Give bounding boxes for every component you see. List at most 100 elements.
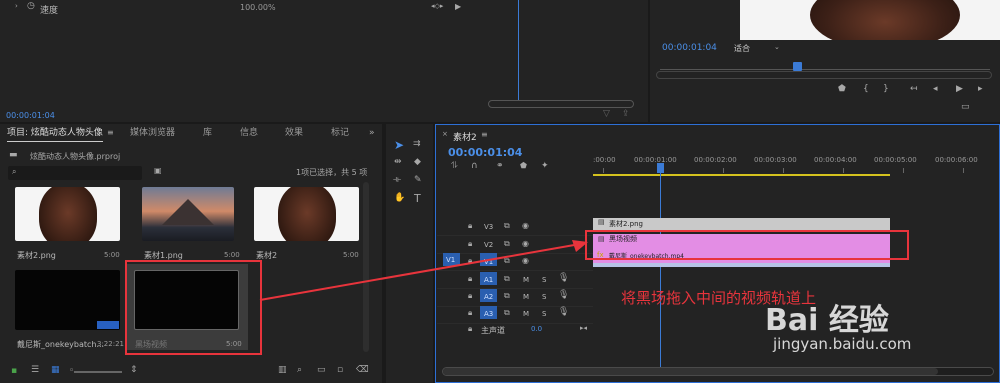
speed-value[interactable]: 100.00% xyxy=(240,3,276,12)
tab-markers[interactable]: 标记 xyxy=(331,124,349,142)
mark-in-icon[interactable]: { xyxy=(863,85,869,94)
effects-timecode: 00:00:01:04 xyxy=(6,111,55,120)
step-forward-icon[interactable]: ▸ xyxy=(978,85,983,94)
item-name: 素材2.png xyxy=(17,251,56,260)
master-track-label: 主声道 xyxy=(481,326,505,335)
add-marker-icon[interactable]: ⬟ xyxy=(838,85,846,94)
folder-icon: ▬ xyxy=(9,150,18,160)
clip-fx-icon: ▤ xyxy=(598,218,605,226)
program-timecode: 00:00:01:04 xyxy=(662,43,717,53)
chevron-down-icon[interactable]: ⌄ xyxy=(774,44,780,51)
nest-icon[interactable]: ⥮ xyxy=(451,162,458,171)
work-area-bar[interactable] xyxy=(593,174,890,176)
effect-controls-panel: › ◷ 速度 100.00% ◂◇▸ ▶ 00:00:01:04 ▽ ⇪ xyxy=(0,0,648,122)
stopwatch-icon[interactable]: ◷ xyxy=(27,2,35,11)
sync-lock-icon[interactable]: ⧉ xyxy=(504,309,510,317)
search-input[interactable] xyxy=(8,166,142,180)
ruler-label: :00:00 xyxy=(593,156,616,164)
menu-icon[interactable]: ≡ xyxy=(481,131,488,139)
search-icon: ⌕ xyxy=(12,167,17,176)
effects-scrollbar[interactable] xyxy=(488,100,634,108)
ripple-edit-icon[interactable]: ⇹ xyxy=(394,158,402,167)
marker-icon[interactable]: ⬟ xyxy=(520,162,527,170)
automate-icon[interactable]: ▥ xyxy=(278,366,287,375)
item-thumbnail-mountain[interactable] xyxy=(142,187,234,241)
sort-icon[interactable]: ⇕ xyxy=(130,366,138,375)
keyframe-nav-icon[interactable]: ◂◇▸ xyxy=(431,3,443,10)
tab-info[interactable]: 信息 xyxy=(240,124,258,142)
play-icon[interactable]: ▶ xyxy=(455,3,461,11)
linked-icon[interactable]: ⚭ xyxy=(496,162,504,171)
chevron-right-icon[interactable]: › xyxy=(15,3,18,10)
item-thumbnail-video[interactable] xyxy=(15,270,120,330)
play-button-icon[interactable]: ▶ xyxy=(956,85,963,94)
ruler-label: 00:00:03:00 xyxy=(754,156,797,164)
new-item-icon[interactable]: ▫ xyxy=(337,366,343,375)
program-scrub-bar[interactable] xyxy=(660,69,990,70)
zoom-slider[interactable] xyxy=(74,371,122,373)
find-icon[interactable]: ⌕ xyxy=(297,366,302,375)
lock-icon[interactable]: 🔒︎ xyxy=(468,222,472,230)
tab-effects[interactable]: 效果 xyxy=(285,124,303,142)
ruler-tick xyxy=(723,168,724,173)
eye-icon[interactable]: ◉ xyxy=(522,222,529,230)
lock-icon[interactable]: 🔒︎ xyxy=(468,325,472,333)
master-volume[interactable]: 0.0 xyxy=(531,325,542,333)
new-bin-icon[interactable]: ▣ xyxy=(154,167,162,175)
tab-media-browser[interactable]: 媒体浏览器 xyxy=(130,124,175,142)
face-image xyxy=(810,0,960,40)
ruler-tick xyxy=(783,168,784,173)
track-select-icon[interactable]: ⇉ xyxy=(413,140,421,149)
track-name-a3: A3 xyxy=(484,310,494,318)
fit-dropdown[interactable]: 适合 xyxy=(734,43,750,54)
tab-library[interactable]: 库 xyxy=(203,124,212,142)
timeline-tab[interactable]: 素材2 xyxy=(453,130,477,143)
type-tool-icon[interactable]: T xyxy=(414,193,421,204)
export-frame-icon[interactable]: ▭ xyxy=(961,103,970,112)
overflow-icon[interactable]: » xyxy=(369,129,375,138)
mark-out-icon[interactable]: } xyxy=(883,85,889,94)
program-video-frame xyxy=(740,0,1000,40)
icon-view-icon[interactable]: ▦ xyxy=(51,366,60,375)
scrub-end-icon[interactable]: ▸◂ xyxy=(580,325,587,332)
program-scrollbar[interactable] xyxy=(656,71,992,79)
watermark-brand: Bai 经验 xyxy=(765,303,889,338)
close-icon[interactable]: × xyxy=(442,131,448,138)
clip-v3[interactable]: 素材2.png xyxy=(593,218,890,230)
solo-button[interactable]: S xyxy=(542,310,546,318)
lock-icon[interactable]: 🔒︎ xyxy=(468,309,472,317)
menu-icon[interactable]: ≡ xyxy=(107,129,114,137)
speed-label: 速度 xyxy=(40,6,59,16)
highlight-box xyxy=(585,230,909,260)
clip-label: 素材2.png xyxy=(609,220,644,228)
snap-icon[interactable]: ∩ xyxy=(471,162,478,171)
list-view-icon[interactable]: ☰ xyxy=(31,366,39,375)
mute-button[interactable]: M xyxy=(523,310,529,318)
pen-icon[interactable]: ✎ xyxy=(414,176,422,185)
slip-icon[interactable]: ⟛ xyxy=(393,176,401,185)
selection-tool-icon[interactable]: ➤ xyxy=(394,139,404,151)
filter-icon[interactable]: ▽ xyxy=(603,110,610,119)
trash-icon[interactable]: ⌫ xyxy=(356,366,369,375)
export-icon[interactable]: ⇪ xyxy=(622,110,630,119)
ruler-tick xyxy=(603,168,604,173)
item-name: 戴尼斯_onekeybatch... xyxy=(17,340,105,349)
program-playhead[interactable] xyxy=(793,62,802,71)
tab-project[interactable]: 项目: 炫酷动态人物头像 xyxy=(7,124,103,142)
wrench-icon[interactable]: ✦ xyxy=(541,162,549,171)
sync-lock-icon[interactable]: ⧉ xyxy=(504,222,510,230)
selection-count: 1项已选择，共 5 项 xyxy=(296,168,368,177)
ruler-tick xyxy=(843,168,844,173)
go-to-in-icon[interactable]: ↤ xyxy=(910,85,918,94)
ruler-label: 00:00:05:00 xyxy=(874,156,917,164)
item-thumbnail-face1[interactable] xyxy=(15,187,120,241)
razor-icon[interactable]: ◆ xyxy=(414,158,421,167)
step-back-icon[interactable]: ◂ xyxy=(933,85,938,94)
hand-icon[interactable]: ✋ xyxy=(394,194,405,203)
timeline-scroll-thumb[interactable] xyxy=(443,368,938,375)
item-duration: 5:00 xyxy=(224,251,240,259)
ruler-label: 00:00:04:00 xyxy=(814,156,857,164)
lock-icon[interactable]: ▪ xyxy=(11,367,17,376)
new-bin-icon[interactable]: ▭ xyxy=(317,366,326,375)
annotation-arrow xyxy=(259,240,588,301)
